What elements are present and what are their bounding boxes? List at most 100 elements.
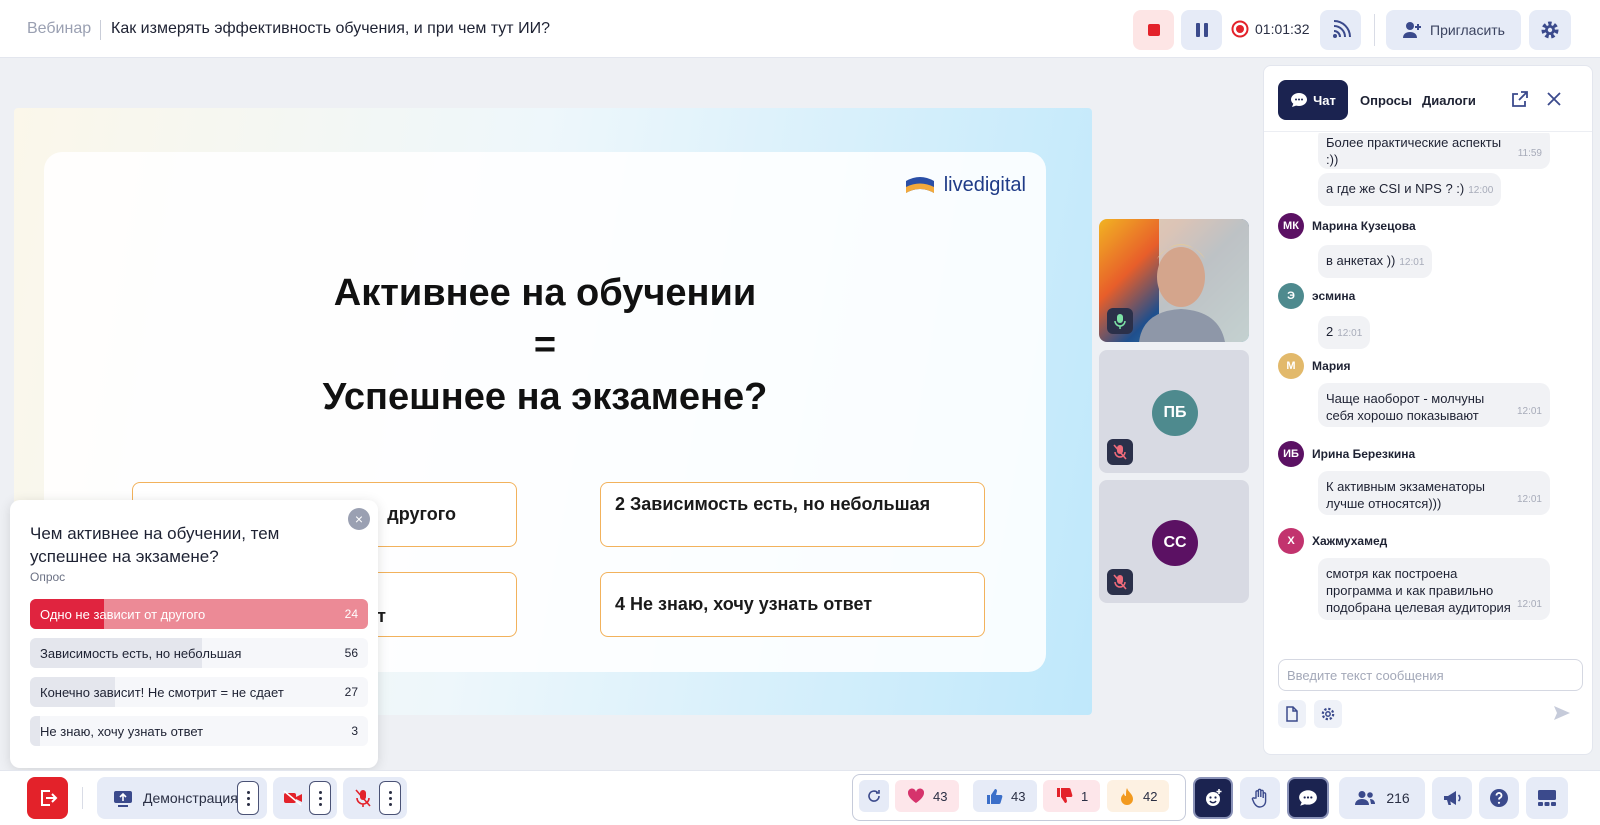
leave-button[interactable] <box>27 777 68 819</box>
layout-icon <box>1538 790 1556 806</box>
settings-button[interactable] <box>1529 10 1571 50</box>
screen-share-icon <box>114 791 132 807</box>
video-tile-pb[interactable]: ПБ <box>1099 350 1249 473</box>
poll-question: Чем активнее на обучении, тем успешнее н… <box>30 524 280 566</box>
poll-option-label: Конечно зависит! Не смотрит = не сдает <box>40 685 284 700</box>
chat-bubble-icon <box>1299 790 1317 806</box>
author-name: Мария <box>1312 359 1351 373</box>
poll-option-2[interactable]: Зависимость есть, но небольшая 56 <box>30 638 368 668</box>
refresh-icon <box>868 790 880 802</box>
poll-option-label: Не знаю, хочу узнать ответ <box>40 724 204 739</box>
layout-button[interactable] <box>1526 777 1568 819</box>
gear-icon <box>1321 707 1335 721</box>
poll-popup: × Чем активнее на обучении, тем успешнее… <box>10 500 378 768</box>
message-author: ИБ Ирина Березкина <box>1278 441 1415 467</box>
slide-heading-line-2: Успешнее на экзамене? <box>322 376 768 418</box>
microphone-icon <box>1114 314 1126 329</box>
recording-timer: 01:01:32 <box>1231 20 1310 38</box>
chat-settings-button[interactable] <box>1314 700 1342 728</box>
tab-dialogs[interactable]: Диалоги <box>1422 80 1476 120</box>
screen-share-options-button[interactable] <box>237 781 259 815</box>
poll-option-1[interactable]: Одно не зависит от другого 24 <box>30 599 368 629</box>
message-input[interactable]: Введите текст сообщения <box>1278 659 1583 691</box>
breadcrumb-webinar[interactable]: Вебинар <box>27 20 91 38</box>
poll-option-3[interactable]: Конечно зависит! Не смотрит = не сдает 2… <box>30 677 368 707</box>
avatar: МК <box>1278 213 1304 239</box>
help-button[interactable] <box>1479 777 1519 819</box>
livedigital-logo: livedigital <box>904 174 1026 197</box>
broadcast-icon <box>1332 20 1351 38</box>
reaction-heart-button[interactable]: 43 <box>895 780 960 812</box>
toggle-chat-button[interactable] <box>1287 777 1329 819</box>
camera-button[interactable] <box>273 777 337 819</box>
avatar: ПБ <box>1152 390 1198 436</box>
close-icon[interactable] <box>1545 90 1563 108</box>
tab-chat[interactable]: Чат <box>1278 80 1348 120</box>
reactions-bar: 43 43 1 42 <box>852 774 1186 821</box>
message-author: Э эсмина <box>1278 283 1355 309</box>
topbar-divider <box>1374 14 1375 46</box>
raise-hand-button[interactable] <box>1240 777 1280 819</box>
message-time: 12:01 <box>1516 599 1542 610</box>
broadcast-button[interactable] <box>1320 10 1361 50</box>
reaction-like-button[interactable]: 43 <box>973 780 1038 812</box>
stop-recording-button[interactable] <box>1133 10 1174 50</box>
exit-icon <box>40 790 57 806</box>
reaction-count: 43 <box>1011 788 1026 804</box>
logo-text: livedigital <box>943 174 1026 196</box>
message-author: М Мария <box>1278 353 1351 379</box>
send-icon[interactable] <box>1552 703 1572 723</box>
message-time: 11:59 <box>1517 148 1542 159</box>
slide-option-2: 2 Зависимость есть, но небольшая <box>600 482 985 547</box>
hand-icon <box>1251 788 1267 808</box>
microphone-muted-icon <box>1113 444 1127 460</box>
video-tile-ss[interactable]: СС <box>1099 480 1249 603</box>
pause-recording-button[interactable] <box>1181 10 1222 50</box>
poll-option-4[interactable]: Не знаю, хочу узнать ответ 3 <box>30 716 368 746</box>
avatar: Х <box>1278 528 1304 554</box>
screen-share-button[interactable]: Демонстрация <box>97 777 267 819</box>
message-time: 12:01 <box>1399 257 1425 268</box>
author-name: Марина Кузецова <box>1312 219 1416 233</box>
reaction-fire-button[interactable]: 42 <box>1107 780 1170 812</box>
avatar: М <box>1278 353 1304 379</box>
emoji-reactions-button[interactable] <box>1193 777 1233 819</box>
slide-option-4: 4 Не знаю, хочу узнать ответ <box>600 572 985 637</box>
heart-icon <box>907 788 925 803</box>
microphone-button[interactable] <box>343 777 407 819</box>
help-icon <box>1490 789 1508 807</box>
reaction-dislike-button[interactable]: 1 <box>1043 780 1101 812</box>
bottom-toolbar: Демонстрация 43 43 1 42 216 <box>0 770 1600 825</box>
attach-file-button[interactable] <box>1278 700 1306 728</box>
message-text: программа и как правильно <box>1326 583 1494 598</box>
participants-button[interactable]: 216 <box>1339 777 1425 819</box>
invite-label: Пригласить <box>1430 22 1505 38</box>
video-tile-speaker[interactable] <box>1099 219 1249 342</box>
record-icon <box>1231 20 1249 38</box>
invite-button[interactable]: Пригласить <box>1386 10 1521 50</box>
tab-chat-label: Чат <box>1313 92 1336 108</box>
chat-message: смотря как построена программа и как пра… <box>1318 558 1550 620</box>
slide-heading-line-1: Активнее на обучении <box>333 272 757 314</box>
tab-polls[interactable]: Опросы <box>1360 80 1412 120</box>
gear-icon <box>1541 21 1559 39</box>
popout-icon[interactable] <box>1511 90 1529 108</box>
breadcrumb-divider <box>100 20 101 40</box>
refresh-reactions-button[interactable] <box>859 780 889 812</box>
message-time: 12:01 <box>1516 494 1542 505</box>
microphone-options-button[interactable] <box>379 781 401 815</box>
chat-message: Более практические аспекты :)) 11:59 <box>1318 133 1550 169</box>
file-icon <box>1286 706 1298 722</box>
avatar: ИБ <box>1278 441 1304 467</box>
announcement-button[interactable] <box>1432 777 1472 819</box>
author-name: Ирина Березкина <box>1312 447 1416 461</box>
poll-option-count: 56 <box>344 646 358 660</box>
close-poll-button[interactable]: × <box>348 508 370 530</box>
poll-option-label: Зависимость есть, но небольшая <box>40 646 242 661</box>
chat-message: 2 12:01 <box>1318 316 1371 349</box>
message-text: лучше относятся))) <box>1326 496 1442 511</box>
emoji-icon <box>1206 789 1222 806</box>
camera-options-button[interactable] <box>309 781 331 815</box>
chat-message: в анкетах )) 12:01 <box>1318 245 1433 278</box>
chat-message: Чаще наоборот - молчуны себя хорошо пока… <box>1318 383 1550 427</box>
